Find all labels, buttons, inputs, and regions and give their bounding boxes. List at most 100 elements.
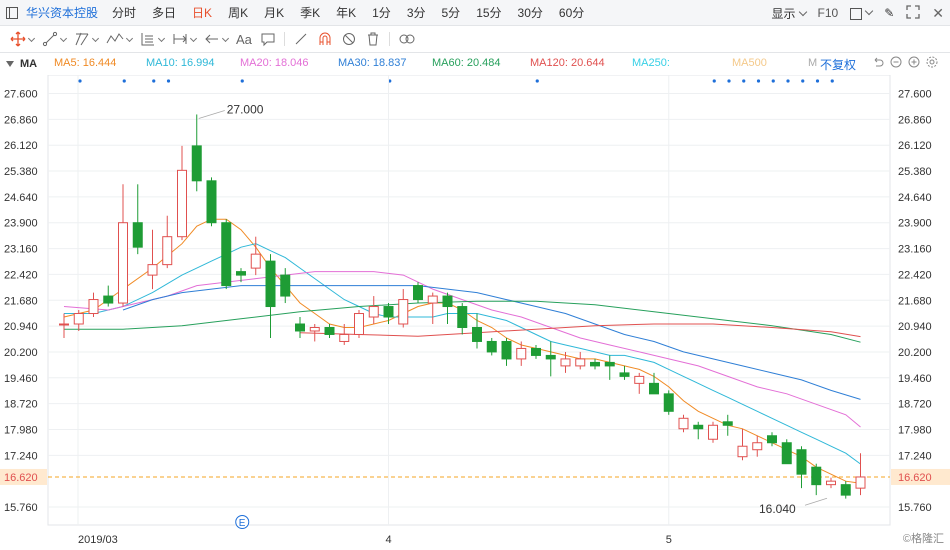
- close-icon[interactable]: ✕: [926, 5, 950, 22]
- magnet-icon[interactable]: [313, 26, 337, 53]
- timeframe-tab-0[interactable]: 分时: [104, 0, 144, 26]
- candle-body[interactable]: [118, 222, 128, 304]
- timeframe-tab-12[interactable]: 60分: [551, 0, 592, 26]
- candle-body[interactable]: [295, 323, 305, 332]
- candle-body[interactable]: [826, 480, 836, 486]
- timeframe-tab-5[interactable]: 季K: [292, 0, 328, 26]
- candle-body[interactable]: [413, 285, 423, 301]
- candle-body[interactable]: [398, 299, 409, 325]
- candle-body[interactable]: [590, 361, 600, 367]
- kline-chart[interactable]: 27.600 27.600 26.860 26.860 26.120 26.120 25.3…: [0, 75, 950, 550]
- candle-body[interactable]: [501, 340, 512, 360]
- event-dot[interactable]: [830, 79, 834, 83]
- timeframe-tab-10[interactable]: 15分: [468, 0, 509, 26]
- candle-body[interactable]: [634, 375, 645, 384]
- sidebar-toggle-icon[interactable]: [6, 6, 18, 19]
- timeframe-tab-3[interactable]: 周K: [220, 0, 256, 26]
- candle-body[interactable]: [796, 449, 807, 475]
- candle-body[interactable]: [354, 313, 364, 335]
- zoom-in-icon[interactable]: [908, 56, 920, 71]
- candle-body[interactable]: [236, 271, 246, 276]
- candle-body[interactable]: [103, 295, 114, 304]
- candle-body[interactable]: [368, 306, 379, 318]
- candle-body[interactable]: [132, 222, 143, 248]
- candle-body[interactable]: [781, 442, 792, 465]
- candle-body[interactable]: [472, 326, 482, 342]
- crosshair-move-icon[interactable]: [6, 26, 38, 53]
- event-dot[interactable]: [771, 79, 775, 83]
- timeframe-tab-7[interactable]: 1分: [364, 0, 399, 26]
- candle-body[interactable]: [649, 382, 659, 395]
- timeframe-tab-4[interactable]: 月K: [256, 0, 292, 26]
- wave-tool-icon[interactable]: [102, 26, 136, 53]
- candle-body[interactable]: [250, 253, 261, 269]
- event-dot[interactable]: [240, 79, 244, 83]
- event-dot[interactable]: [78, 79, 82, 83]
- line-segment-icon[interactable]: [38, 26, 70, 53]
- event-dot[interactable]: [815, 79, 820, 83]
- timeframe-tab-2[interactable]: 日K: [184, 0, 220, 26]
- candle-body[interactable]: [221, 222, 232, 287]
- candle-body[interactable]: [339, 333, 350, 342]
- f10-button[interactable]: F10: [812, 6, 845, 20]
- candle-body[interactable]: [722, 421, 733, 426]
- candle-body[interactable]: [309, 326, 320, 332]
- event-dot[interactable]: [786, 79, 790, 83]
- candle-body[interactable]: [560, 358, 571, 367]
- candle-body[interactable]: [767, 435, 777, 444]
- timeframe-tab-8[interactable]: 3分: [399, 0, 434, 26]
- compare-icon[interactable]: [394, 26, 420, 53]
- comment-icon[interactable]: [256, 26, 280, 53]
- candle-body[interactable]: [575, 358, 586, 367]
- candle-body[interactable]: [855, 476, 866, 489]
- ruler-icon[interactable]: [289, 26, 313, 53]
- event-dot[interactable]: [535, 79, 539, 83]
- candle-body[interactable]: [162, 236, 173, 266]
- zoom-out-icon[interactable]: [890, 56, 902, 71]
- candle-body[interactable]: [383, 306, 394, 318]
- measure-tool-icon[interactable]: [168, 26, 200, 53]
- candle-body[interactable]: [619, 372, 630, 377]
- arrow-left-icon[interactable]: [200, 26, 232, 53]
- candle-body[interactable]: [811, 466, 822, 486]
- event-dot[interactable]: [712, 79, 716, 83]
- candle-body[interactable]: [545, 354, 556, 360]
- candle-body[interactable]: [59, 323, 69, 326]
- candle-body[interactable]: [693, 424, 704, 430]
- timeframe-tab-11[interactable]: 30分: [510, 0, 551, 26]
- layout-menu[interactable]: [844, 6, 878, 20]
- candle-body[interactable]: [177, 169, 187, 238]
- undo-icon[interactable]: [872, 56, 884, 71]
- settings-gear-icon[interactable]: [926, 56, 938, 71]
- candle-body[interactable]: [206, 180, 217, 224]
- candle-body[interactable]: [457, 306, 468, 328]
- candle-body[interactable]: [737, 445, 748, 458]
- timeframe-tab-1[interactable]: 多日: [144, 0, 184, 26]
- trash-icon[interactable]: [361, 26, 385, 53]
- candle-body[interactable]: [442, 295, 453, 308]
- display-menu[interactable]: 显示: [766, 5, 812, 22]
- indicator-name[interactable]: MA: [20, 58, 37, 70]
- fibonacci-tool-icon[interactable]: [136, 26, 168, 53]
- timeframe-tab-9[interactable]: 5分: [434, 0, 469, 26]
- candle-body[interactable]: [191, 145, 202, 182]
- channel-tool-icon[interactable]: [70, 26, 102, 53]
- candle-body[interactable]: [840, 484, 851, 496]
- candle-body[interactable]: [531, 347, 541, 356]
- timeframe-tab-6[interactable]: 年K: [328, 0, 364, 26]
- event-dot[interactable]: [727, 79, 731, 83]
- candle-body[interactable]: [73, 313, 84, 325]
- candle-body[interactable]: [265, 260, 276, 308]
- candle-body[interactable]: [678, 417, 689, 430]
- candle-body[interactable]: [280, 274, 291, 297]
- event-dot[interactable]: [122, 79, 126, 83]
- candle-body[interactable]: [147, 264, 158, 276]
- event-dot[interactable]: [152, 79, 156, 83]
- candle-body[interactable]: [88, 299, 99, 315]
- collapse-triangle-icon[interactable]: [6, 61, 14, 67]
- candle-body[interactable]: [752, 442, 763, 451]
- event-dot[interactable]: [756, 79, 761, 83]
- hide-drawings-icon[interactable]: [337, 26, 361, 53]
- text-tool-button[interactable]: Aa: [232, 26, 256, 53]
- stock-name[interactable]: 华兴资本控股: [26, 4, 98, 21]
